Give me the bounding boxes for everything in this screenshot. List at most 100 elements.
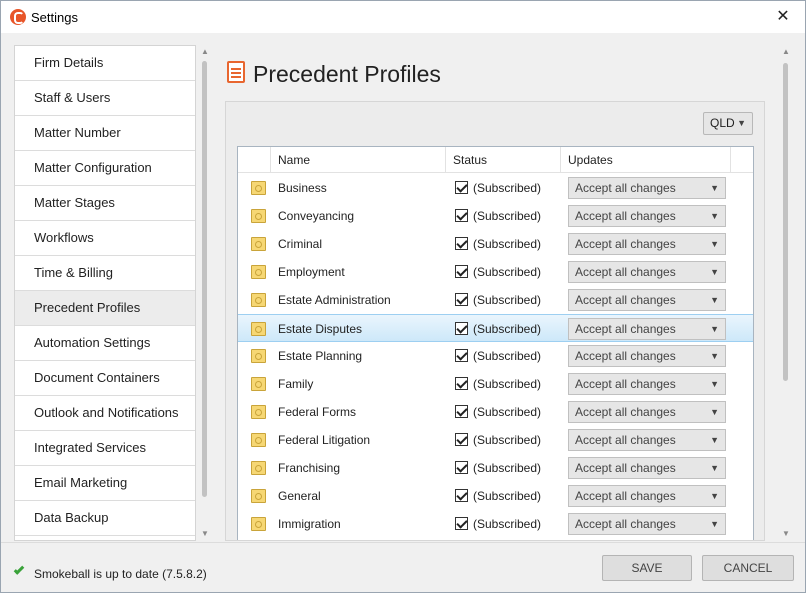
scroll-down-arrow-icon[interactable]: ▼ — [782, 529, 790, 538]
updates-dropdown[interactable]: Accept all changes ▼ — [568, 485, 726, 507]
subscription-status: (Subscribed) — [473, 405, 542, 419]
scroll-thumb[interactable] — [202, 61, 207, 497]
table-row[interactable]: Estate Disputes (Subscribed) Accept all ch… — [238, 314, 753, 342]
subscribed-checkbox[interactable] — [455, 489, 468, 502]
chevron-down-icon: ▼ — [710, 267, 719, 277]
scroll-thumb[interactable] — [783, 63, 788, 381]
table-row[interactable]: Business (Subscribed) Accept all changes ▼ — [238, 174, 753, 202]
updates-dropdown[interactable]: Accept all changes ▼ — [568, 205, 726, 227]
subscribed-checkbox[interactable] — [455, 405, 468, 418]
main-scrollbar[interactable]: ▲ ▼ — [779, 45, 792, 541]
subscription-status: (Subscribed) — [473, 181, 542, 195]
updates-dropdown-value: Accept all changes — [575, 293, 676, 307]
table-row[interactable]: Federal Forms (Subscribed) Accept all chan… — [238, 398, 753, 426]
scroll-up-arrow-icon[interactable]: ▲ — [782, 47, 790, 56]
subscribed-checkbox[interactable] — [455, 433, 468, 446]
updates-dropdown-value: Accept all changes — [575, 377, 676, 391]
sidebar-item-time-billing[interactable]: Time & Billing — [15, 256, 195, 291]
sidebar-item-workflows[interactable]: Workflows — [15, 221, 195, 256]
sidebar-item-email-marketing[interactable]: Email Marketing — [15, 466, 195, 501]
sidebar-item-staff-users[interactable]: Staff & Users — [15, 81, 195, 116]
subscribed-checkbox[interactable] — [455, 181, 468, 194]
save-button[interactable]: SAVE — [602, 555, 692, 581]
subscribed-checkbox[interactable] — [455, 209, 468, 222]
subscription-status: (Subscribed) — [473, 489, 542, 503]
table-row[interactable]: Family (Subscribed) Accept all changes ▼ — [238, 370, 753, 398]
folder-icon — [251, 237, 266, 251]
subscribed-checkbox[interactable] — [455, 265, 468, 278]
updates-dropdown-value: Accept all changes — [575, 405, 676, 419]
chevron-down-icon: ▼ — [710, 379, 719, 389]
table-row[interactable]: General (Subscribed) Accept all changes ▼ — [238, 482, 753, 510]
column-header-status[interactable]: Status — [445, 147, 560, 173]
table-row[interactable]: Conveyancing (Subscribed) Accept all chang… — [238, 202, 753, 230]
updates-dropdown[interactable]: Accept all changes ▼ — [568, 318, 726, 340]
window-title: Settings — [31, 10, 78, 25]
folder-icon — [251, 517, 266, 531]
table-row[interactable]: Franchising (Subscribed) Accept all change… — [238, 454, 753, 482]
folder-icon — [251, 265, 266, 279]
sidebar-item-matter-stages[interactable]: Matter Stages — [15, 186, 195, 221]
scroll-up-arrow-icon[interactable]: ▲ — [201, 47, 209, 56]
scroll-down-arrow-icon[interactable]: ▼ — [201, 529, 209, 538]
folder-icon — [251, 405, 266, 419]
close-button[interactable]: ✕ — [771, 6, 795, 28]
sidebar-item-matter-number[interactable]: Matter Number — [15, 116, 195, 151]
updates-dropdown-value: Accept all changes — [575, 489, 676, 503]
updates-dropdown[interactable]: Accept all changes ▼ — [568, 373, 726, 395]
table-row[interactable]: Immigration (Subscribed) Accept all change… — [238, 510, 753, 538]
table-row[interactable]: Estate Planning (Subscribed) Accept all ch… — [238, 342, 753, 370]
subscribed-checkbox[interactable] — [455, 377, 468, 390]
profile-name: Estate Planning — [278, 349, 363, 363]
profile-name: Conveyancing — [278, 209, 355, 223]
updates-dropdown[interactable]: Accept all changes ▼ — [568, 233, 726, 255]
updates-dropdown[interactable]: Accept all changes ▼ — [568, 289, 726, 311]
chevron-down-icon: ▼ — [710, 324, 719, 334]
subscription-status: (Subscribed) — [473, 237, 542, 251]
updates-dropdown[interactable]: Accept all changes ▼ — [568, 345, 726, 367]
sidebar-item-firm-details[interactable]: Firm Details — [15, 46, 195, 81]
sidebar-item-outlook-and-notifications[interactable]: Outlook and Notifications — [15, 396, 195, 431]
updates-dropdown[interactable]: Accept all changes ▼ — [568, 457, 726, 479]
sidebar-item-data-backup[interactable]: Data Backup — [15, 501, 195, 536]
profile-name: Franchising — [278, 461, 341, 475]
updates-dropdown[interactable]: Accept all changes ▼ — [568, 401, 726, 423]
subscribed-checkbox[interactable] — [455, 293, 468, 306]
subscribed-checkbox[interactable] — [455, 517, 468, 530]
smokeball-logo-icon — [10, 9, 26, 25]
state-select[interactable]: QLD ▼ — [703, 112, 753, 135]
table-row[interactable]: Employment (Subscribed) Accept all changes… — [238, 258, 753, 286]
subscription-status: (Subscribed) — [473, 377, 542, 391]
chevron-down-icon: ▼ — [710, 491, 719, 501]
updates-dropdown-value: Accept all changes — [575, 237, 676, 251]
updates-dropdown-value: Accept all changes — [575, 349, 676, 363]
subscribed-checkbox[interactable] — [455, 461, 468, 474]
sidebar-item-automation-settings[interactable]: Automation Settings — [15, 326, 195, 361]
title-bar: Settings ✕ — [1, 1, 805, 33]
subscribed-checkbox[interactable] — [455, 322, 468, 335]
cancel-button[interactable]: CANCEL — [702, 555, 794, 581]
sidebar-item-matter-configuration[interactable]: Matter Configuration — [15, 151, 195, 186]
updates-dropdown[interactable]: Accept all changes ▼ — [568, 429, 726, 451]
updates-dropdown[interactable]: Accept all changes ▼ — [568, 261, 726, 283]
subscribed-checkbox[interactable] — [455, 237, 468, 250]
sidebar-item-precedent-profiles[interactable]: Precedent Profiles — [15, 291, 195, 326]
profile-name: Criminal — [278, 237, 323, 251]
subscription-status: (Subscribed) — [473, 461, 542, 475]
document-icon — [227, 61, 245, 83]
table-row[interactable]: Estate Administration (Subscribed) Accept … — [238, 286, 753, 314]
column-header-updates[interactable]: Updates — [560, 147, 730, 173]
updates-dropdown[interactable]: Accept all changes ▼ — [568, 513, 726, 535]
folder-icon — [251, 349, 266, 363]
subscribed-checkbox[interactable] — [455, 349, 468, 362]
updates-dropdown[interactable]: Accept all changes ▼ — [568, 177, 726, 199]
sidebar-item-integrated-services[interactable]: Integrated Services — [15, 431, 195, 466]
column-header-name[interactable]: Name — [270, 147, 445, 173]
profiles-table: Name Status Updates Business (Subscribed)… — [237, 146, 754, 540]
sidebar-scrollbar[interactable]: ▲ ▼ — [198, 45, 211, 541]
table-row[interactable]: Federal Litigation (Subscribed) Accept all… — [238, 426, 753, 454]
page-title: Precedent Profiles — [253, 61, 441, 87]
sidebar-item-document-containers[interactable]: Document Containers — [15, 361, 195, 396]
chevron-down-icon: ▼ — [710, 211, 719, 221]
table-row[interactable]: Criminal (Subscribed) Accept all changes ▼ — [238, 230, 753, 258]
